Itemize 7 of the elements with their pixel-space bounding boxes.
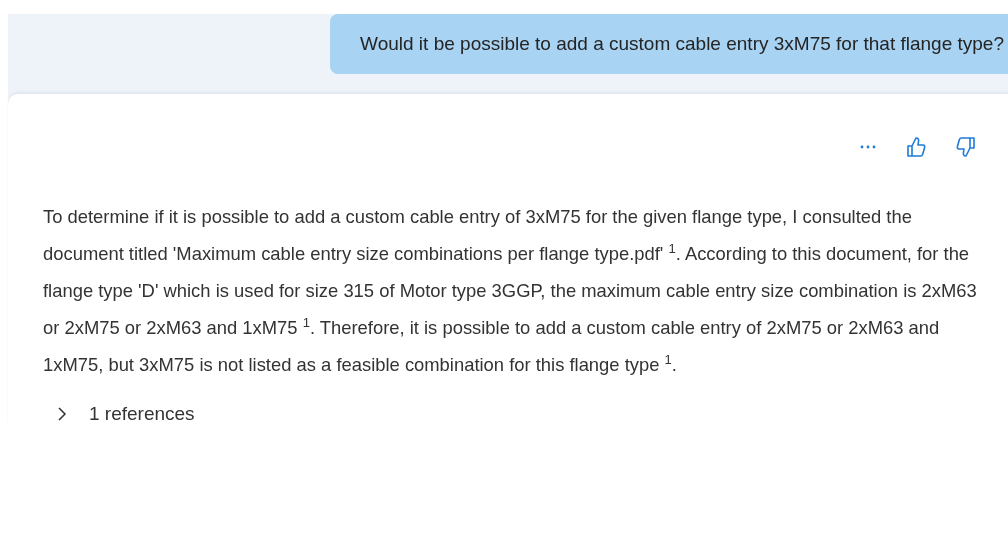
references-toggle[interactable]: 1 references [89,403,195,425]
thumbs-down-icon[interactable] [956,136,976,158]
more-icon[interactable] [860,145,876,149]
chevron-icon[interactable] [57,406,67,422]
user-message: Would it be possible to add a custom cable entry 3xM75 for that flange type? [330,14,1008,74]
answer-text: To determine if it is possible to add a custom cable entry of 3xM75 for the given flange type, I consulted the document titled 'Maximum cable entry size combinations per flange type.pdf' $^{1}$. According to this document, for the flange type 'D' which is used for size 315 of Motor type 3GGP, the maximum cable entry size combination is 2xM63 or 2xM75 or 2xM63 and 1xM75 $^{1}$. Therefore, it is possible to add a custom cable entry of 2xM75 or 2xM63 and 1xM75, but 3xM75 is not listed as a feasible combination for this flange type $^{1}$. [43,205,978,377]
thumbs-up-icon[interactable] [906,136,926,158]
